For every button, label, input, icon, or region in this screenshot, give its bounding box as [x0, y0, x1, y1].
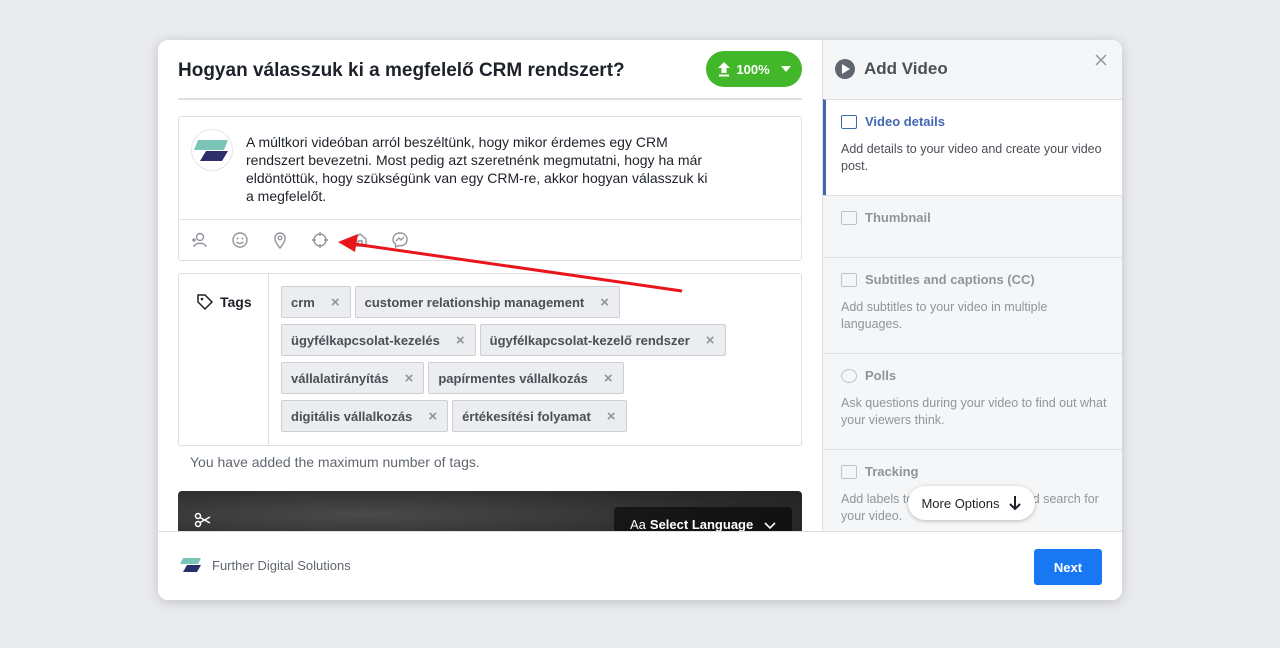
further-logo-icon: [194, 140, 228, 161]
step-title: Tracking: [865, 464, 919, 479]
add-video-dialog: Hogyan válasszuk ki a megfelelő CRM rend…: [158, 40, 1122, 600]
crosshair-icon[interactable]: [311, 231, 329, 249]
max-tags-message: You have added the maximum number of tag…: [190, 454, 480, 470]
step-description: Add details to your video and create you…: [841, 142, 1102, 173]
upload-percent: 100%: [736, 61, 770, 77]
title-divider: [178, 98, 802, 100]
tag-chip-label: ügyfélkapcsolat-kezelés: [291, 332, 440, 348]
dialog-footer: Further Digital Solutions Next: [158, 531, 1122, 600]
composer-panel: Hogyan válasszuk ki a megfelelő CRM rend…: [158, 40, 822, 531]
upload-progress-button[interactable]: 100%: [706, 51, 802, 87]
language-prefix: Aa: [630, 517, 646, 531]
next-button[interactable]: Next: [1034, 549, 1102, 585]
step-thumbnail[interactable]: Thumbnail: [823, 195, 1122, 257]
step-description: Add subtitles to your video in multiple …: [841, 300, 1048, 331]
remove-tag-icon[interactable]: ×: [456, 332, 465, 349]
step-subtitles[interactable]: Subtitles and captions (CC) Add subtitle…: [823, 257, 1122, 353]
chevron-down-icon: [764, 522, 776, 530]
step-polls[interactable]: Polls Ask questions during your video to…: [823, 353, 1122, 449]
play-icon: [835, 59, 855, 79]
more-options-label: More Options: [921, 495, 1000, 511]
step-video-details[interactable]: Video details Add details to your video …: [823, 99, 1122, 195]
post-description[interactable]: A múltkori videóban arról beszéltünk, ho…: [246, 133, 716, 205]
close-icon[interactable]: [1093, 52, 1109, 68]
step-title: Video details: [865, 114, 945, 129]
chevron-down-icon: [780, 66, 791, 72]
poll-icon: [841, 368, 857, 383]
step-title: Subtitles and captions (CC): [865, 272, 1035, 287]
tag-people-icon[interactable]: [191, 231, 209, 249]
upload-arrow-icon: [718, 62, 731, 77]
sidebar-title-text: Add Video: [864, 59, 948, 78]
remove-tag-icon[interactable]: ×: [405, 370, 414, 387]
composer-divider: [179, 219, 801, 220]
tag-chip-label: vállalatirányítás: [291, 370, 389, 386]
tag-chip[interactable]: crm ×: [281, 286, 351, 318]
composer-actions: [191, 231, 409, 249]
arrow-down-icon: [1008, 496, 1021, 511]
further-logo-icon: [180, 558, 201, 572]
steps-list: Video details Add details to your video …: [823, 99, 1122, 531]
remove-tag-icon[interactable]: ×: [331, 294, 340, 311]
tag-chip[interactable]: papírmentes vállalkozás ×: [428, 362, 624, 394]
tag-chip[interactable]: customer relationship management ×: [354, 286, 621, 318]
tag-chip-label: digitális vállalkozás: [291, 408, 413, 424]
step-title: Thumbnail: [865, 210, 931, 225]
remove-tag-icon[interactable]: ×: [607, 408, 616, 425]
video-details-icon: [841, 114, 857, 129]
tag-chip[interactable]: ügyfélkapcsolat-kezelés ×: [281, 324, 476, 356]
location-icon[interactable]: [271, 231, 289, 249]
sponsor-icon[interactable]: [351, 231, 369, 249]
tag-icon: [197, 294, 214, 311]
remove-tag-icon[interactable]: ×: [428, 408, 437, 425]
remove-tag-icon[interactable]: ×: [600, 294, 609, 311]
sidebar-title: Add Video: [835, 59, 948, 79]
tag-chip[interactable]: értékesítési folyamat ×: [452, 400, 627, 432]
scissors-icon[interactable]: [194, 511, 212, 529]
step-title: Polls: [865, 368, 897, 383]
messenger-icon[interactable]: [391, 231, 409, 249]
step-description: Ask questions during your video to find …: [841, 396, 1107, 427]
page-avatar: [191, 129, 233, 171]
tag-chip-label: ügyfélkapcsolat-kezelő rendszer: [489, 332, 690, 348]
image-icon: [841, 210, 857, 225]
page-identity: Further Digital Solutions: [180, 557, 351, 573]
remove-tag-icon[interactable]: ×: [706, 332, 715, 349]
feeling-icon[interactable]: [231, 231, 249, 249]
remove-tag-icon[interactable]: ×: [604, 370, 613, 387]
tags-label-cell: Tags: [179, 274, 269, 445]
tag-chip[interactable]: digitális vállalkozás ×: [281, 400, 449, 432]
select-language-button[interactable]: Aa Select Language: [614, 507, 792, 531]
tag-chip[interactable]: ügyfélkapcsolat-kezelő rendszer ×: [479, 324, 726, 356]
video-preview[interactable]: Aa Select Language: [178, 491, 802, 531]
tag-chip[interactable]: vállalatirányítás ×: [281, 362, 425, 394]
tags-label: Tags: [220, 294, 252, 310]
tag-chip-list: crm × customer relationship management × ü…: [281, 286, 791, 432]
tag-chip-label: értékesítési folyamat: [462, 408, 591, 424]
tag-chip-label: crm: [291, 294, 315, 310]
tags-section: Tags crm × customer relationship manageme…: [178, 273, 802, 446]
tag-icon: [841, 464, 857, 479]
steps-sidebar: Add Video Video details Add details to y…: [822, 40, 1122, 531]
video-title[interactable]: Hogyan válasszuk ki a megfelelő CRM rend…: [178, 60, 625, 82]
select-language-label: Select Language: [649, 517, 754, 531]
post-composer: A múltkori videóban arról beszéltünk, ho…: [178, 116, 802, 261]
more-options-button[interactable]: More Options: [908, 486, 1035, 520]
tag-chip-label: customer relationship management: [364, 294, 585, 310]
captions-icon: [841, 272, 857, 287]
page-name: Further Digital Solutions: [212, 557, 351, 573]
tag-chip-label: papírmentes vállalkozás: [438, 370, 588, 386]
